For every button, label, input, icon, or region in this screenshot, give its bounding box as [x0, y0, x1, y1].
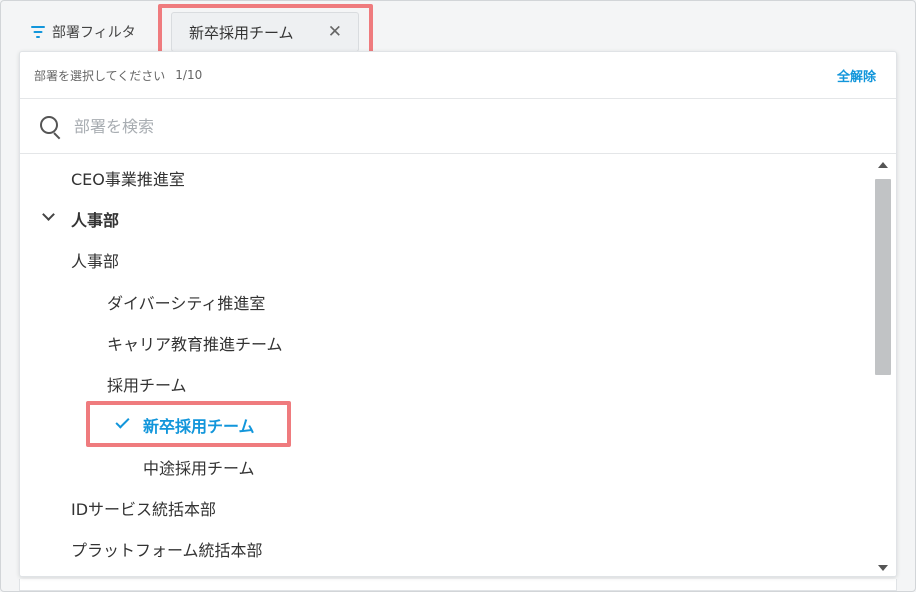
- scroll-thumb[interactable]: [875, 179, 891, 375]
- app-frame: 部署フィルタ 新卒採用チーム ✕ 部署を選択してください 1/10 全解除 CE…: [0, 0, 916, 592]
- tree-item-platform[interactable]: プラットフォーム統括本部: [71, 528, 263, 569]
- tree-item-id-services[interactable]: IDサービス統括本部: [71, 487, 216, 528]
- department-dropdown-panel: 部署を選択してください 1/10 全解除 CEO事業推進室 人事部 人事部 ダイ…: [19, 51, 897, 577]
- tree-scrollbar[interactable]: [870, 155, 896, 576]
- selection-count: 1/10: [175, 68, 203, 82]
- filter-icon: [31, 26, 45, 38]
- tree-item-diversity[interactable]: ダイバーシティ推進室: [107, 281, 265, 322]
- scroll-up-arrow-icon[interactable]: [878, 162, 888, 168]
- tree-item-mid-career-recruiting[interactable]: 中途採用チーム: [143, 446, 255, 487]
- tree-item-recruiting[interactable]: 採用チーム: [107, 363, 187, 404]
- selection-hint: 部署を選択してください: [34, 68, 166, 83]
- tree-item-label: 人事部: [71, 251, 120, 271]
- chevron-down-icon[interactable]: [42, 208, 55, 221]
- tree-item-label: 中途採用チーム: [143, 458, 255, 478]
- tree-item-label: ダイバーシティ推進室: [107, 293, 266, 313]
- tree-item-label: CEO事業推進室: [71, 169, 185, 189]
- selection-annotation-highlight: [86, 401, 291, 447]
- clear-all-button[interactable]: 全解除: [837, 66, 876, 85]
- scroll-down-arrow-icon[interactable]: [878, 565, 888, 571]
- panel-shadow-layer: [19, 579, 897, 591]
- panel-header: 部署を選択してください 1/10 全解除: [20, 52, 896, 99]
- tree-item-label: キャリア教育推進チーム: [107, 334, 283, 354]
- tree-item-label: 採用チーム: [107, 375, 187, 395]
- department-tree-list: CEO事業推進室 人事部 人事部 ダイバーシティ推進室 キャリア教育推進チーム …: [20, 155, 872, 576]
- tree-item-label: プラットフォーム統括本部: [71, 540, 263, 560]
- search-icon: [40, 115, 62, 139]
- tree-item-hr-group[interactable]: 人事部: [42, 198, 120, 239]
- tree-item-label: 人事部: [71, 210, 120, 230]
- tree-item-ceo-office[interactable]: CEO事業推進室: [71, 157, 185, 198]
- department-search-input[interactable]: [74, 117, 774, 136]
- filter-label: 部署フィルタ: [52, 25, 136, 41]
- tree-item-career-education[interactable]: キャリア教育推進チーム: [107, 322, 283, 363]
- tree-item-hr[interactable]: 人事部: [71, 239, 119, 280]
- department-filter-button[interactable]: 部署フィルタ: [31, 19, 136, 45]
- tree-item-label: IDサービス統括本部: [71, 499, 217, 519]
- search-row: [20, 100, 896, 154]
